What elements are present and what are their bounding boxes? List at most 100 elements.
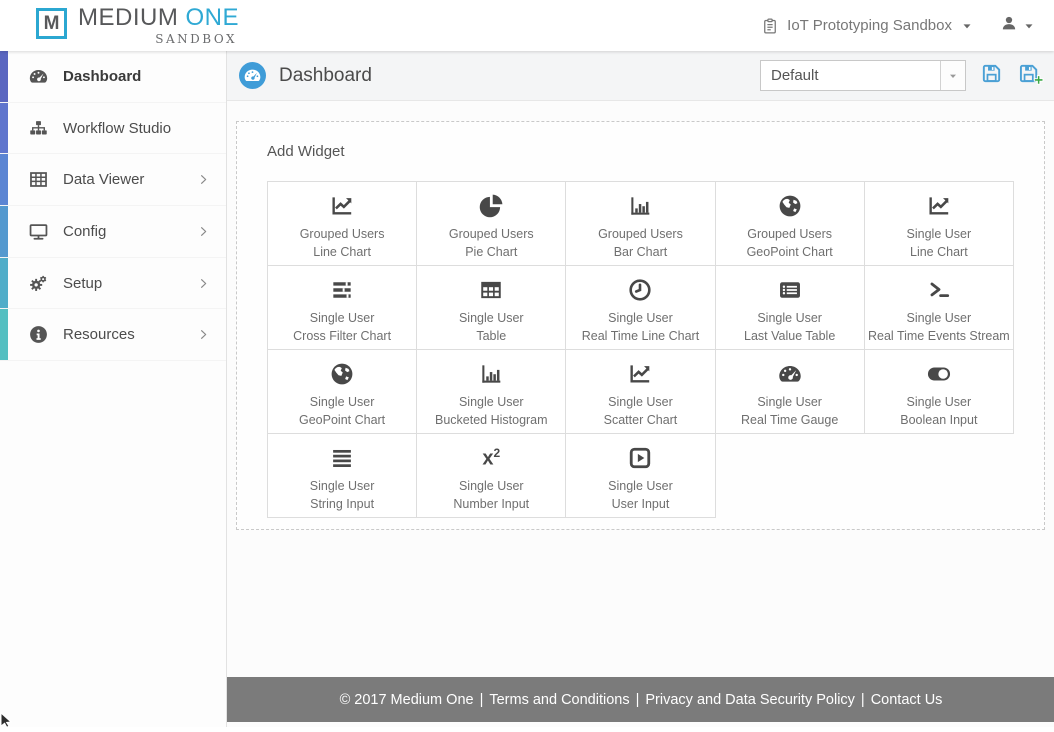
sidebar-item-workflow-studio[interactable]: Workflow Studio xyxy=(0,102,226,155)
widget-group-label: Single User xyxy=(309,311,375,325)
widget-type-label: Line Chart xyxy=(313,245,371,259)
chevron-right-icon xyxy=(197,277,210,290)
mouse-cursor-icon xyxy=(0,711,14,732)
dashboard-preset-select[interactable]: Default xyxy=(760,60,966,91)
widget-group-label: Grouped Users xyxy=(448,227,534,241)
widget-single-user-line-chart[interactable]: Single User Line Chart xyxy=(864,182,1014,266)
widget-type-label: Bar Chart xyxy=(613,245,668,259)
widget-type-label: Scatter Chart xyxy=(603,413,678,427)
widget-group-label: Single User xyxy=(608,395,673,409)
widget-grouped-users-pie-chart[interactable]: Grouped Users Pie Chart xyxy=(417,182,567,266)
widget-single-user-table[interactable]: Single User Table xyxy=(417,266,567,350)
widget-single-user-bucketed-histogram[interactable]: Single User Bucketed Histogram xyxy=(417,350,567,434)
list-alt-icon xyxy=(716,273,864,306)
sidebar-item-dashboard[interactable]: Dashboard xyxy=(0,51,226,103)
sidebar-color-strip xyxy=(0,154,8,206)
widget-grouped-users-bar-chart[interactable]: Grouped Users Bar Chart xyxy=(566,182,716,266)
widget-type-label: Number Input xyxy=(453,497,530,511)
footer-link-terms-and-conditions[interactable]: Terms and Conditions xyxy=(489,692,629,708)
widget-single-user-cross-filter-chart[interactable]: Single User Cross Filter Chart xyxy=(268,266,418,350)
clock-icon xyxy=(566,273,714,306)
widget-type-label: GeoPoint Chart xyxy=(746,245,833,259)
widget-single-user-number-input[interactable]: x2 Single User Number Input xyxy=(417,434,567,518)
table-icon xyxy=(417,273,565,306)
widget-type-label: Real Time Events Stream xyxy=(867,329,1010,343)
footer-link-contact-us[interactable]: Contact Us xyxy=(871,692,943,708)
chevron-right-icon xyxy=(197,173,210,186)
top-navbar: M MEDIUM ONE SANDBOX IoT Prototyping San… xyxy=(0,0,1054,51)
widget-single-user-boolean-input[interactable]: Single User Boolean Input xyxy=(864,350,1014,434)
widget-single-user-string-input[interactable]: Single User String Input xyxy=(268,434,418,518)
widget-group-label: Single User xyxy=(458,479,524,493)
gears-icon xyxy=(27,273,49,294)
widget-grouped-users-line-chart[interactable]: Grouped Users Line Chart xyxy=(268,182,418,266)
add-widget-title: Add Widget xyxy=(267,143,345,160)
widget-group-label: Single User xyxy=(906,227,972,241)
widget-group-label: Single User xyxy=(309,479,375,493)
save-dashboard-as-new-button[interactable] xyxy=(1017,62,1044,90)
sidebar-item-label: Setup xyxy=(63,274,103,292)
widget-single-user-last-value-table[interactable]: Single User Last Value Table xyxy=(715,266,865,350)
widget-group-label: Grouped Users xyxy=(598,227,683,241)
widget-group-label: Single User xyxy=(309,395,375,409)
save-dashboard-button[interactable] xyxy=(980,62,1003,90)
footer-divider: | xyxy=(860,691,865,708)
info-icon xyxy=(27,324,49,345)
widget-type-label: Bucketed Histogram xyxy=(435,413,548,427)
widget-group-label: Grouped Users xyxy=(299,227,385,241)
widget-grouped-users-geopoint-chart[interactable]: Grouped Users GeoPoint Chart xyxy=(715,182,865,266)
sidebar-color-strip xyxy=(0,51,8,102)
toggle-icon xyxy=(865,357,1013,390)
widget-single-user-user-input[interactable]: Single User User Input xyxy=(566,434,716,518)
pie-chart-icon xyxy=(417,189,565,222)
chart-line-icon xyxy=(865,189,1013,222)
account-menu-dropdown[interactable] xyxy=(1000,14,1036,37)
preset-select-value: Default xyxy=(771,67,819,84)
sidebar-item-label: Config xyxy=(63,222,107,240)
sidebar-item-config[interactable]: Config xyxy=(0,206,226,258)
sidebar-item-resources[interactable]: Resources xyxy=(0,309,226,362)
sidebar-color-strip xyxy=(0,309,8,361)
widget-type-label: Pie Chart xyxy=(465,245,518,259)
sidebar-color-strip xyxy=(0,102,8,154)
align-justify-icon xyxy=(268,441,416,474)
main-column: Dashboard Default Add Widget Grouped Use… xyxy=(227,51,1054,727)
cross-filter-icon xyxy=(268,273,416,306)
widget-type-label: GeoPoint Chart xyxy=(299,413,386,427)
add-widget-panel: Add Widget Grouped Users Line Chart Groupe… xyxy=(236,121,1045,530)
widget-single-user-real-time-line-chart[interactable]: Single User Real Time Line Chart xyxy=(566,266,716,350)
widget-single-user-geopoint-chart[interactable]: Single User GeoPoint Chart xyxy=(268,350,418,434)
widget-single-user-real-time-gauge[interactable]: Single User Real Time Gauge xyxy=(715,350,865,434)
widget-group-label: Single User xyxy=(757,395,822,409)
chart-line-icon xyxy=(268,189,416,222)
gauge-icon xyxy=(716,357,864,390)
widget-type-label: Boolean Input xyxy=(900,413,978,427)
brand-name: MEDIUM ONE xyxy=(78,4,240,31)
widget-group-label: Single User xyxy=(608,311,673,325)
footer-link-privacy-and-data-security-policy[interactable]: Privacy and Data Security Policy xyxy=(645,692,855,708)
caret-down-icon xyxy=(960,19,974,33)
sidebar-item-setup[interactable]: Setup xyxy=(0,257,226,310)
clipboard-icon xyxy=(761,17,779,35)
sidebar-item-data-viewer[interactable]: Data Viewer xyxy=(0,154,226,207)
widget-type-label: Real Time Line Chart xyxy=(581,329,700,343)
play-square-icon xyxy=(566,441,714,474)
gauge-icon xyxy=(27,66,49,87)
footer-copyright: © 2017 Medium One xyxy=(339,691,474,708)
widget-single-user-scatter-chart[interactable]: Single User Scatter Chart xyxy=(566,350,716,434)
save-plus-icon xyxy=(1017,62,1044,90)
widget-group-label: Single User xyxy=(458,311,524,325)
widget-grid: Grouped Users Line Chart Grouped Users Pie … xyxy=(267,181,1014,518)
sidebar-nav: Dashboard Workflow Studio Data Viewer Confi… xyxy=(0,51,227,727)
table-grid-icon xyxy=(27,169,49,190)
widget-type-label: User Input xyxy=(611,497,670,511)
sandbox-switcher-dropdown[interactable]: IoT Prototyping Sandbox xyxy=(761,17,974,35)
brand-subtitle: SANDBOX xyxy=(155,32,238,46)
widget-single-user-real-time-events-stream[interactable]: Single User Real Time Events Stream xyxy=(864,266,1014,350)
sandbox-name: IoT Prototyping Sandbox xyxy=(787,17,952,34)
terminal-icon xyxy=(865,273,1013,306)
sidebar-item-label: Resources xyxy=(63,326,135,344)
widget-group-label: Single User xyxy=(458,395,524,409)
widget-group-label: Single User xyxy=(906,395,972,409)
bar-chart-icon xyxy=(566,189,714,222)
